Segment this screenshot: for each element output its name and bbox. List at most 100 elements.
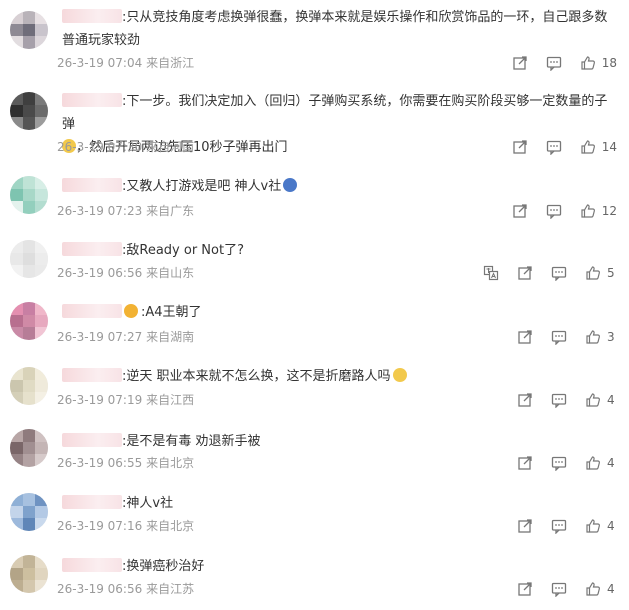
avatar-pixel: [10, 493, 23, 506]
comment-button[interactable]: [551, 518, 567, 534]
avatar[interactable]: [10, 176, 48, 214]
like-button[interactable]: 4: [585, 392, 617, 408]
like-button[interactable]: 4: [585, 455, 617, 471]
share-button[interactable]: [512, 55, 528, 71]
share-button[interactable]: [517, 392, 533, 408]
username-redacted[interactable]: [62, 304, 122, 318]
share-button[interactable]: [517, 581, 533, 597]
comment-icon: [551, 455, 567, 471]
timestamp: 26-3-19 07:19: [57, 393, 143, 407]
avatar-pixel: [10, 505, 23, 519]
share-button[interactable]: [512, 139, 528, 155]
avatar-pixel: [35, 555, 48, 568]
avatar-pixel: [35, 188, 48, 202]
comment-button[interactable]: [551, 455, 567, 471]
like-button[interactable]: 12: [580, 203, 617, 219]
avatar[interactable]: [10, 429, 48, 467]
comment-button[interactable]: [546, 139, 562, 155]
avatar-pixel: [22, 505, 36, 519]
avatar-pixel: [10, 327, 23, 340]
timestamp: 26-3-19 07:04: [57, 56, 143, 70]
comment-actions: 3: [499, 329, 617, 345]
avatar-pixel: [10, 518, 23, 531]
share-button[interactable]: [512, 203, 528, 219]
avatar[interactable]: [10, 302, 48, 340]
avatar-pixel: [10, 314, 23, 328]
like-button[interactable]: 3: [585, 329, 617, 345]
avatar-pixel: [35, 454, 48, 467]
comment-body: :A4王朝了: [141, 305, 202, 320]
share-button[interactable]: [517, 455, 533, 471]
share-button[interactable]: [517, 518, 533, 534]
location: 来自北京: [146, 519, 195, 533]
translate-button[interactable]: [483, 265, 499, 281]
avatar-pixel: [10, 252, 23, 266]
avatar-pixel: [22, 252, 36, 266]
username-redacted[interactable]: [62, 178, 122, 192]
like-count: 5: [607, 266, 615, 280]
like-icon: [580, 139, 596, 155]
comment-body: :敌Ready or Not了?: [122, 243, 244, 258]
avatar-pixel: [10, 367, 23, 380]
comment-button[interactable]: [551, 581, 567, 597]
avatar[interactable]: [10, 555, 48, 593]
comment-button[interactable]: [546, 55, 562, 71]
comment-body: :是不是有毒 劝退新手被: [122, 434, 261, 449]
avatar-pixel: [10, 379, 23, 393]
comment-button[interactable]: [551, 329, 567, 345]
avatar-pixel: [22, 188, 36, 202]
like-button[interactable]: 14: [580, 139, 617, 155]
comment-icon: [551, 265, 567, 281]
username-redacted[interactable]: [62, 93, 122, 107]
comment-actions: 4: [499, 518, 617, 534]
avatar[interactable]: [10, 240, 48, 278]
avatar-pixel: [10, 441, 23, 455]
avatar-pixel: [35, 367, 48, 380]
avatar-pixel: [22, 392, 36, 405]
comment-text: :神人v社: [62, 492, 617, 515]
comment-text: :是不是有毒 劝退新手被: [62, 430, 617, 453]
username-redacted[interactable]: [62, 495, 122, 509]
like-icon: [580, 203, 596, 219]
comment-meta: 26-3-19 06:56 来自江苏: [57, 581, 194, 597]
location: 来自山东: [146, 266, 195, 280]
comment-body: :只从竞技角度考虑换弹很蠢，换弹本来就是娱乐操作和欣赏饰品的一环，自己跟多数普通…: [62, 10, 608, 48]
location: 来自湖南: [146, 330, 195, 344]
username-redacted[interactable]: [62, 558, 122, 572]
username-redacted[interactable]: [62, 368, 122, 382]
comment-button[interactable]: [551, 265, 567, 281]
share-button[interactable]: [517, 265, 533, 281]
location: 来自河南: [146, 140, 195, 154]
emoji-icon: [392, 368, 407, 382]
avatar-pixel: [10, 23, 23, 37]
username-redacted[interactable]: [62, 242, 122, 256]
like-button[interactable]: 5: [585, 265, 617, 281]
timestamp: 26-3-19 07:30: [57, 140, 143, 154]
like-button[interactable]: 4: [585, 518, 617, 534]
avatar-pixel: [10, 104, 23, 118]
comment-icon: [546, 203, 562, 219]
share-button[interactable]: [517, 329, 533, 345]
avatar-pixel: [22, 454, 36, 467]
avatar-pixel: [22, 104, 36, 118]
avatar-pixel: [35, 429, 48, 442]
timestamp: 26-3-19 06:56: [57, 266, 143, 280]
avatar-pixel: [22, 92, 36, 105]
avatar[interactable]: [10, 11, 48, 49]
comment-button[interactable]: [551, 392, 567, 408]
username-redacted[interactable]: [62, 9, 122, 23]
avatar[interactable]: [10, 493, 48, 531]
timestamp: 26-3-19 07:23: [57, 204, 143, 218]
comment-text: :又教人打游戏是吧 神人v社: [62, 175, 617, 198]
avatar[interactable]: [10, 367, 48, 405]
like-button[interactable]: 18: [580, 55, 617, 71]
avatar-pixel: [10, 567, 23, 581]
avatar-pixel: [35, 392, 48, 405]
comment-button[interactable]: [546, 203, 562, 219]
avatar[interactable]: [10, 92, 48, 130]
username-redacted[interactable]: [62, 433, 122, 447]
like-button[interactable]: 4: [585, 581, 617, 597]
translate-icon: [483, 265, 499, 281]
share-icon: [517, 265, 533, 281]
avatar-pixel: [35, 327, 48, 340]
